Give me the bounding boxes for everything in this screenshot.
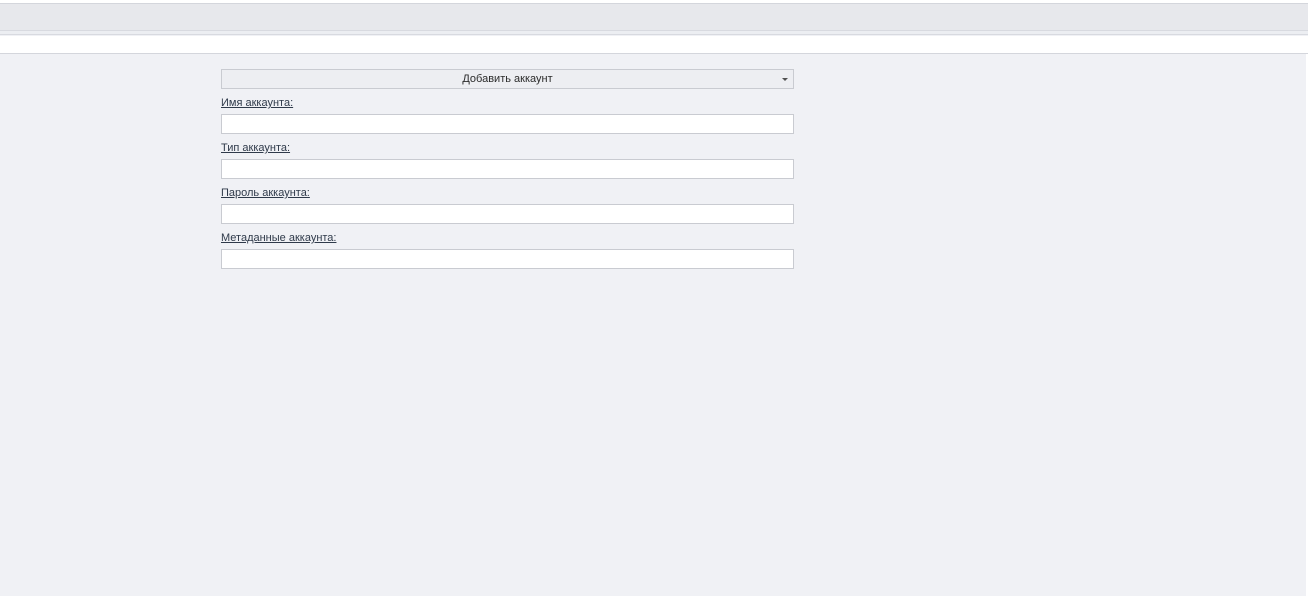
account-password-label: Пароль аккаунта: xyxy=(221,187,310,199)
account-metadata-label: Метаданные аккаунта: xyxy=(221,232,337,244)
account-name-input[interactable] xyxy=(221,114,794,134)
add-account-dropdown-label: Добавить аккаунт xyxy=(462,73,553,85)
header-bar xyxy=(0,36,1308,54)
chevron-down-icon[interactable] xyxy=(782,78,788,81)
app-window: Добавить аккаунт Имя аккаунта: Тип аккау… xyxy=(0,0,1308,596)
account-form: Добавить аккаунт Имя аккаунта: Тип аккау… xyxy=(221,69,794,269)
toolbar-separator xyxy=(0,31,1308,35)
add-account-dropdown[interactable]: Добавить аккаунт xyxy=(221,69,794,89)
toolbar xyxy=(0,4,1308,31)
account-name-label: Имя аккаунта: xyxy=(221,97,294,109)
account-metadata-input[interactable] xyxy=(221,249,794,269)
account-type-input[interactable] xyxy=(221,159,794,179)
account-password-input[interactable] xyxy=(221,204,794,224)
account-type-label: Тип аккаунта: xyxy=(221,142,291,154)
